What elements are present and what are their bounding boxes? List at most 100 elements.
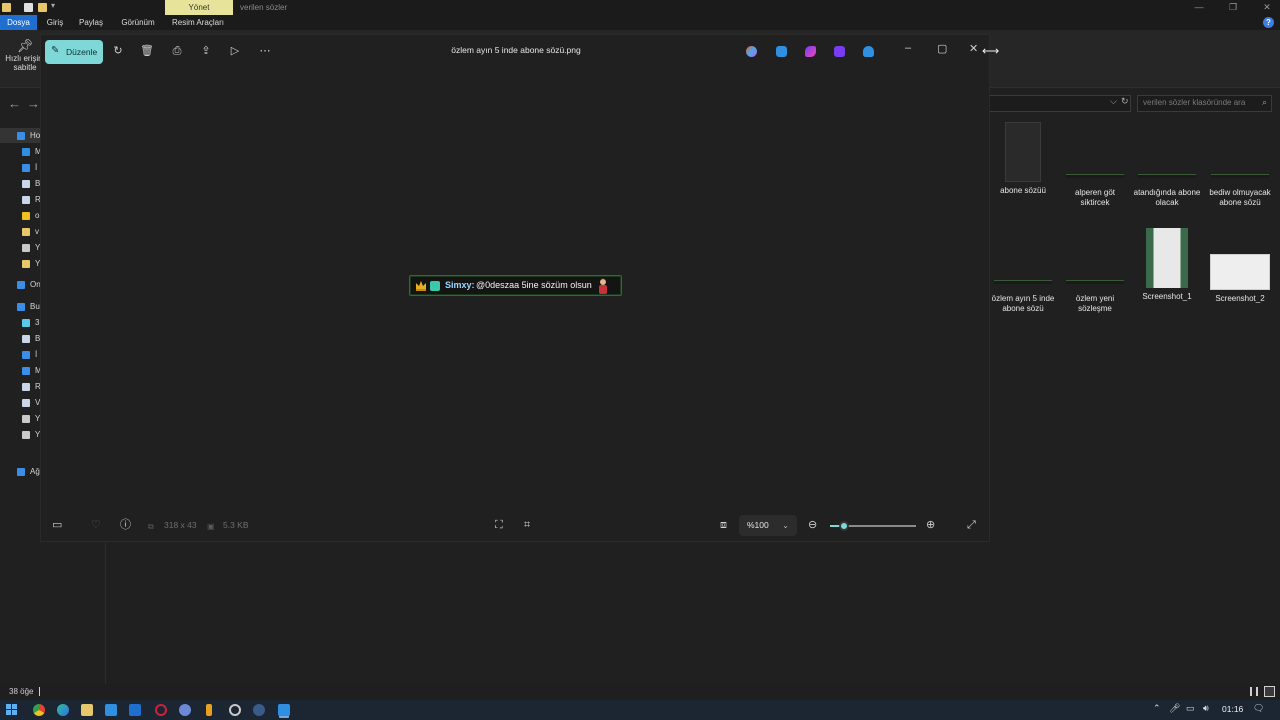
viewer-minimize-icon[interactable]: – [905, 42, 911, 54]
zoom-slider[interactable] [830, 521, 916, 531]
cloud-icon [17, 281, 25, 289]
pictures-icon [22, 383, 30, 391]
designer-app-icon[interactable] [776, 46, 787, 57]
file-size: 5.3 KB [223, 520, 249, 530]
back-arrow-icon[interactable]: ← [8, 96, 21, 111]
file-info-icon[interactable]: ⓘ [120, 518, 131, 532]
zoom-in-icon[interactable]: ⊕ [926, 518, 935, 532]
clipchamp-video-icon[interactable] [834, 46, 845, 57]
file-explorer-icon[interactable] [81, 704, 93, 716]
document-icon [22, 335, 30, 343]
visual-search-icon[interactable]: ⛶ [495, 518, 503, 532]
viewer-maximize-icon[interactable]: ▢ [937, 42, 947, 55]
microphone-icon[interactable]: 🎤︎ [1169, 703, 1180, 714]
sidebar-item-label: v [35, 227, 39, 236]
favorite-heart-icon[interactable]: ♡ [91, 518, 101, 532]
filmstrip-icon[interactable]: ▭ [52, 518, 62, 532]
file-item[interactable]: alperen göt siktircek [1060, 122, 1130, 208]
file-item[interactable]: atandığında abone olacak [1132, 122, 1202, 208]
refresh-icon[interactable]: ↻ [1121, 96, 1129, 107]
tab-share[interactable]: Paylaş [74, 15, 108, 30]
full-screen-icon[interactable]: ⤢ [967, 518, 976, 532]
new-folder-icon[interactable] [38, 3, 47, 12]
tab-file[interactable]: Dosya [0, 15, 37, 30]
file-item[interactable]: özlem yeni sözleşme [1060, 228, 1130, 314]
notifications-icon[interactable]: 🗨︎ [1253, 703, 1264, 714]
edit-button[interactable]: ✎ Düzenle [45, 40, 103, 64]
file-item[interactable]: özlem ayın 5 inde abone sözü [988, 228, 1058, 314]
large-icons-view-icon[interactable] [1264, 686, 1275, 697]
steam-icon[interactable] [253, 704, 265, 716]
copilot-app-icon[interactable] [746, 46, 757, 57]
details-view-icon[interactable] [1250, 687, 1258, 696]
chat-username: Simxy: [445, 280, 475, 290]
file-item[interactable]: bediw olmuyacak abone sözü [1205, 122, 1275, 208]
photos-viewer-window: ✎ Düzenle ↻ 🗑︎ ⎙ ⇪ ▷ ⋯ özlem ayın 5 inde… [40, 34, 990, 542]
search-icon[interactable]: ⌕ [1262, 97, 1267, 108]
explorer-title-bar: ▾ Yönet verilen sözler — ❐ ✕ [0, 0, 1280, 15]
drive-icon [22, 244, 30, 252]
file-item[interactable]: Screenshot_2 [1205, 228, 1275, 304]
file-thumbnail [1211, 174, 1269, 178]
forward-arrow-icon[interactable]: → [27, 96, 40, 111]
viewer-close-icon[interactable]: ✕ [969, 42, 978, 55]
pin-app-icon[interactable] [206, 704, 212, 716]
opera-icon[interactable] [155, 704, 167, 716]
chrome-icon[interactable] [33, 704, 45, 716]
sidebar-item-label: 3 [35, 318, 40, 327]
outlook-icon[interactable] [129, 704, 141, 716]
context-tab-manage[interactable]: Yönet [165, 0, 233, 15]
tab-view[interactable]: Görünüm [113, 15, 163, 30]
file-name: alperen göt siktircek [1074, 188, 1116, 207]
text-scan-icon[interactable]: ⌗ [524, 518, 530, 532]
properties-icon[interactable] [24, 3, 33, 12]
sidebar-item-label: Bu [30, 302, 40, 311]
drive-icon [22, 431, 30, 439]
address-bar[interactable]: ⌵ ↻ [985, 95, 1131, 112]
app-icon [2, 3, 11, 12]
help-icon[interactable]: ? [1263, 17, 1274, 28]
viewer-toolbar: ✎ Düzenle ↻ 🗑︎ ⎙ ⇪ ▷ ⋯ özlem ayın 5 inde… [41, 35, 989, 69]
more-options-icon[interactable]: ⋯ [257, 43, 273, 59]
print-icon[interactable]: ⎙ [169, 43, 185, 59]
store-icon[interactable] [105, 704, 117, 716]
download-icon [22, 164, 30, 172]
delete-icon[interactable]: 🗑︎ [139, 43, 155, 59]
zoom-out-icon[interactable]: ⊖ [808, 518, 817, 532]
restore-icon[interactable]: ❐ [1222, 0, 1244, 15]
address-dropdown-icon[interactable]: ⌵ [1110, 96, 1117, 107]
share-icon[interactable]: ⇪ [198, 43, 214, 59]
rotate-icon[interactable]: ↻ [110, 43, 126, 59]
start-button[interactable] [6, 704, 18, 716]
tab-picture-tools[interactable]: Resim Araçları [168, 15, 228, 30]
sidebar-item-label: Ho [30, 131, 41, 140]
tab-home[interactable]: Giriş [40, 15, 70, 30]
clock[interactable]: 01:16 [1222, 704, 1243, 714]
window-title: verilen sözler [240, 3, 288, 12]
minimize-icon[interactable]: — [1188, 0, 1210, 15]
file-name: Screenshot_1 [1142, 292, 1192, 301]
ribbon-tabs: Dosya Giriş Paylaş Görünüm Resim Araçlar… [0, 15, 1280, 30]
onedrive-icon[interactable] [863, 46, 874, 57]
close-icon[interactable]: ✕ [1256, 0, 1278, 15]
clipchamp-app-icon[interactable] [805, 46, 816, 57]
displayed-image: Simxy: @0deszaa 5ine sözüm olsun [409, 275, 622, 296]
fit-to-window-icon[interactable]: ⧈ [720, 518, 727, 532]
image-canvas[interactable]: Simxy: @0deszaa 5ine sözüm olsun [41, 69, 989, 509]
search-input[interactable]: verilen sözler klasöründe ara ⌕ [1137, 95, 1272, 112]
quick-access-chevron-icon[interactable]: ▾ [51, 1, 55, 10]
tray-overflow-chevron-icon[interactable]: ⌃ [1153, 703, 1161, 714]
edge-icon[interactable] [57, 704, 69, 716]
network-icon[interactable]: ▭ [1186, 703, 1195, 714]
photos-app-icon[interactable] [278, 704, 290, 716]
file-item[interactable]: Screenshot_1 [1132, 228, 1202, 302]
volume-icon[interactable]: 🔊︎ [1203, 703, 1209, 714]
zoom-slider-thumb[interactable] [838, 521, 849, 531]
app-orb-icon[interactable] [179, 704, 191, 716]
search-placeholder: verilen sözler klasöründe ara [1143, 98, 1246, 107]
zoom-level-select[interactable]: %100 ⌄ [739, 515, 797, 536]
settings-icon[interactable] [229, 704, 241, 716]
slideshow-icon[interactable]: ▷ [227, 43, 243, 59]
file-item[interactable]: abone sözüü [988, 122, 1058, 196]
drive-icon [22, 415, 30, 423]
